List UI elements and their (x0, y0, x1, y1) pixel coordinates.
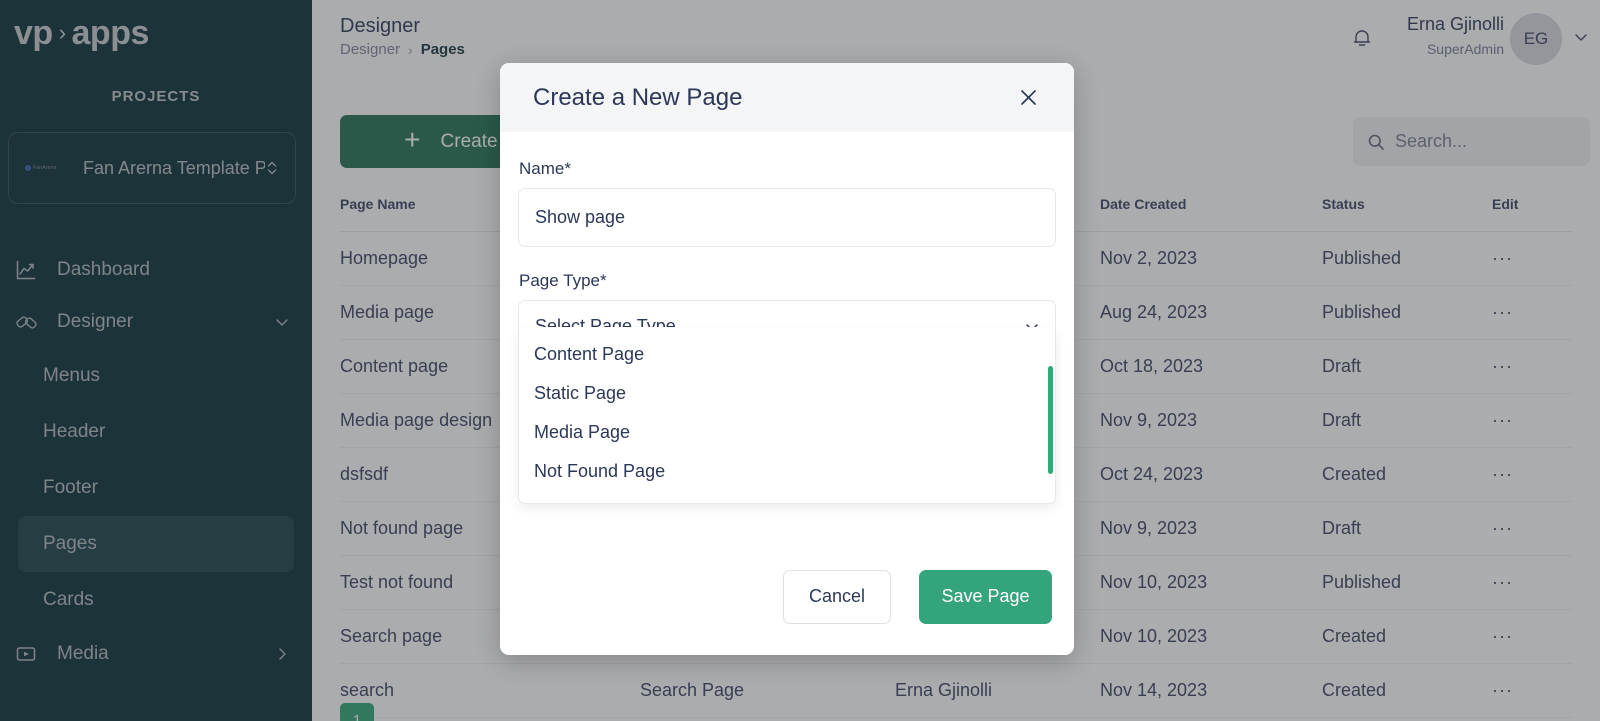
name-field-label: Name* (519, 159, 571, 178)
page-type-option-media-page[interactable]: Media Page (519, 413, 1055, 452)
page-type-option-not-found-page[interactable]: Not Found Page (519, 452, 1055, 491)
field-spacer (518, 247, 1056, 271)
app-root: vp › apps PROJECTS FanArena Fan Arerna T… (0, 0, 1600, 721)
create-page-modal: Create a New Page Name* Show page Page T… (500, 63, 1074, 655)
modal-footer: Cancel Save Page (500, 538, 1074, 655)
modal-header: Create a New Page (500, 63, 1074, 132)
close-icon[interactable] (1019, 88, 1038, 107)
dropdown-scrollbar-thumb[interactable] (1048, 366, 1053, 474)
page-type-option-content-page[interactable]: Content Page (519, 335, 1055, 374)
modal-body: Name* Show page Page Type* Select Page T… (500, 132, 1074, 353)
page-type-field-label: Page Type* (519, 271, 607, 290)
save-page-button[interactable]: Save Page (919, 569, 1052, 624)
name-field-value: Show page (535, 207, 626, 227)
name-field[interactable]: Show page (518, 188, 1056, 247)
page-type-option-list: Content Page Static Page Media Page Not … (519, 327, 1055, 491)
page-type-dropdown: Content Page Static Page Media Page Not … (518, 327, 1056, 504)
cancel-button[interactable]: Cancel (783, 569, 891, 624)
modal-title: Create a New Page (533, 83, 743, 111)
page-type-option-static-page[interactable]: Static Page (519, 374, 1055, 413)
